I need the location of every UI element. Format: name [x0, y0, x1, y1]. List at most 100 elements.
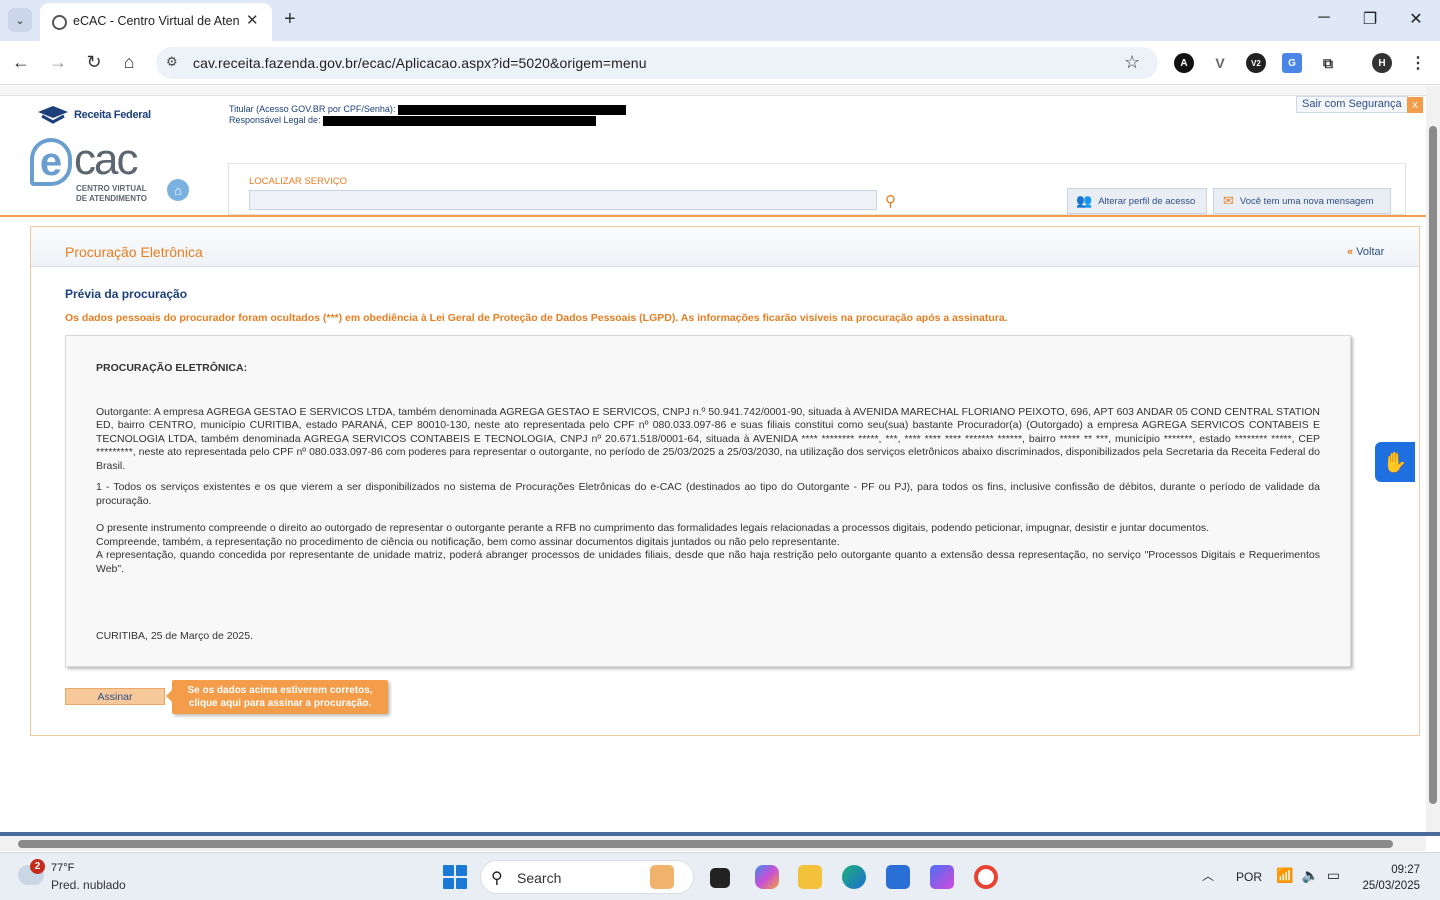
- new-tab-button[interactable]: +: [284, 8, 296, 31]
- home-icon[interactable]: ⌂: [118, 52, 140, 73]
- receita-logo-icon: [38, 106, 68, 124]
- profile-avatar[interactable]: H: [1372, 53, 1392, 73]
- reload-icon[interactable]: ↻: [83, 52, 105, 73]
- tab-search-icon[interactable]: ⌄: [8, 8, 32, 32]
- titular-label: Titular (Acesso GOV.BR por CPF/Senha):: [229, 104, 396, 114]
- home-button-icon[interactable]: ⌂: [167, 179, 189, 201]
- document-scope: O presente instrumento compreende o dire…: [96, 522, 1320, 576]
- tab-close-icon[interactable]: ✕: [246, 11, 259, 29]
- logout-button[interactable]: Sair com Segurança: [1296, 96, 1408, 113]
- vlibras-accessibility-icon[interactable]: ✋: [1375, 442, 1415, 482]
- restore-button[interactable]: ❐: [1360, 9, 1380, 29]
- browser-tab-bar: ⌄ eCAC - Centro Virtual de Atendimento ✕…: [0, 0, 1440, 41]
- new-message-button[interactable]: ✉ Você tem uma nova mensagem: [1213, 188, 1391, 214]
- responsavel-label: Responsável Legal de:: [229, 115, 321, 125]
- document-scope-b: Compreende, também, a representação no p…: [96, 535, 840, 548]
- page-viewport: Receita Federal Titular (Acesso GOV.BR p…: [0, 86, 1426, 832]
- voltar-label: Voltar: [1356, 246, 1385, 258]
- taskbar-search-label: Search: [517, 870, 562, 886]
- volume-icon[interactable]: 🔈: [1301, 867, 1326, 883]
- document-outorgante: Outorgante: A empresa AGREGA GESTAO E SE…: [96, 405, 1320, 472]
- copilot-icon[interactable]: [755, 865, 779, 889]
- site-info-icon[interactable]: ⚙: [166, 54, 178, 70]
- url-text[interactable]: cav.receita.fazenda.gov.br/ecac/Aplicaca…: [193, 55, 647, 71]
- document-scope-c: A representação, quando concedida por re…: [96, 549, 1320, 575]
- search-label: LOCALIZAR SERVIÇO: [249, 176, 348, 187]
- extensions-puzzle-icon[interactable]: ⧉: [1318, 53, 1338, 73]
- horizontal-scroll-thumb[interactable]: [18, 840, 1393, 848]
- weather-temperature[interactable]: 77°F: [51, 862, 74, 874]
- users-icon: 👥: [1076, 193, 1093, 208]
- taskbar: 2 77°F Pred. nublado ⚲ Search ︿ POR 📶🔈▭ …: [0, 852, 1440, 900]
- browser-toolbar: ← → ↻ ⌂ ⚙ cav.receita.fazenda.gov.br/eca…: [0, 41, 1440, 85]
- extension-a-icon[interactable]: A: [1174, 53, 1194, 73]
- wifi-icon[interactable]: 📶: [1276, 867, 1301, 883]
- header-divider: [0, 215, 1426, 217]
- minimize-button[interactable]: ─: [1314, 9, 1334, 27]
- vertical-scrollbar[interactable]: [1426, 86, 1440, 832]
- content-panel: Procuração Eletrônica « Voltar Prévia da…: [30, 226, 1420, 736]
- tooltip-line1: Se os dados acima estiverem corretos,: [187, 685, 373, 696]
- forward-icon[interactable]: →: [47, 52, 69, 73]
- m365-icon[interactable]: [930, 865, 954, 889]
- start-windows-icon[interactable]: [443, 865, 467, 889]
- news-widget-icon[interactable]: [650, 865, 674, 889]
- ecac-sub-line1: CENTRO VIRTUAL: [76, 184, 147, 193]
- weather-condition[interactable]: Pred. nublado: [51, 878, 126, 892]
- ecac-logo-subtitle: CENTRO VIRTUAL DE ATENDIMENTO: [76, 184, 147, 204]
- chrome-icon[interactable]: [974, 865, 998, 889]
- assinar-button[interactable]: Assinar: [65, 688, 165, 705]
- alterar-perfil-label: Alterar perfil de acesso: [1098, 195, 1196, 207]
- horizontal-scrollbar[interactable]: [0, 836, 1426, 851]
- extension-v2-icon[interactable]: V2: [1246, 53, 1266, 73]
- assinar-tooltip: Se os dados acima estiverem corretos, cl…: [172, 680, 388, 714]
- clock-time: 09:27: [1391, 864, 1420, 876]
- store-icon[interactable]: [886, 865, 910, 889]
- lgpd-notice: Os dados pessoais do procurador foram oc…: [65, 312, 1008, 324]
- document-item-1: 1 - Todos os serviços existentes e os qu…: [96, 481, 1320, 507]
- alterar-perfil-button[interactable]: 👥 Alterar perfil de acesso: [1067, 188, 1207, 214]
- translate-extension-icon[interactable]: G: [1282, 53, 1302, 73]
- service-search-panel: LOCALIZAR SERVIÇO ⚲ 👥 Alterar perfil de …: [228, 163, 1406, 215]
- voltar-link[interactable]: « Voltar: [1347, 246, 1384, 258]
- back-icon[interactable]: ←: [10, 52, 32, 73]
- clock[interactable]: 09:27 25/03/2025: [1354, 862, 1420, 894]
- ecac-logo: e cac CENTRO VIRTUAL DE ATENDIMENTO: [30, 138, 160, 206]
- redacted-titular: [397, 104, 626, 115]
- search-icon: ⚲: [491, 870, 503, 887]
- section-heading: Prévia da procuração: [65, 287, 188, 301]
- browser-tab[interactable]: eCAC - Centro Virtual de Atendimento ✕: [40, 3, 272, 41]
- file-explorer-icon[interactable]: [798, 865, 822, 889]
- user-info: Titular (Acesso GOV.BR por CPF/Senha): R…: [229, 104, 626, 126]
- ecac-logo-e: e: [30, 138, 72, 186]
- edge-icon[interactable]: [842, 865, 866, 889]
- content-header: Procuração Eletrônica « Voltar: [31, 227, 1419, 267]
- tab-title: eCAC - Centro Virtual de Atendimento: [73, 14, 239, 28]
- search-icon[interactable]: ⚲: [885, 192, 896, 210]
- globe-icon: [52, 15, 67, 30]
- tray-chevron-up-icon[interactable]: ︿: [1202, 867, 1214, 884]
- ecac-sub-line2: DE ATENDIMENTO: [76, 194, 147, 203]
- service-search-input[interactable]: [249, 190, 877, 210]
- double-chevron-left-icon: «: [1347, 246, 1354, 258]
- extension-v-icon[interactable]: V: [1210, 53, 1230, 73]
- document-place-date: CURITIBA, 25 de Março de 2025.: [96, 630, 253, 642]
- tray-icons[interactable]: 📶🔈▭: [1276, 867, 1348, 884]
- browser-menu-icon[interactable]: ⋮: [1408, 53, 1428, 73]
- document-title: PROCURAÇÃO ELETRÔNICA:: [96, 362, 248, 374]
- document-scope-a: O presente instrumento compreende o dire…: [96, 522, 1210, 534]
- top-nav-strip: [0, 86, 1426, 96]
- envelope-icon: ✉: [1223, 193, 1234, 208]
- tooltip-line2: clique aqui para assinar a procuração.: [188, 698, 372, 709]
- bookmark-star-icon[interactable]: ☆: [1124, 52, 1140, 73]
- close-window-button[interactable]: ✕: [1406, 9, 1426, 29]
- battery-icon[interactable]: ▭: [1327, 867, 1348, 883]
- vertical-scroll-thumb[interactable]: [1429, 126, 1437, 804]
- redacted-responsavel: [323, 115, 597, 126]
- receita-federal-logo: Receita Federal: [36, 104, 151, 126]
- weather-badge: 2: [30, 859, 45, 874]
- task-view-icon[interactable]: [710, 868, 730, 888]
- address-bar[interactable]: ⚙ cav.receita.fazenda.gov.br/ecac/Aplica…: [156, 47, 1158, 79]
- logout-close-icon[interactable]: x: [1407, 97, 1423, 113]
- language-indicator[interactable]: POR: [1236, 870, 1262, 884]
